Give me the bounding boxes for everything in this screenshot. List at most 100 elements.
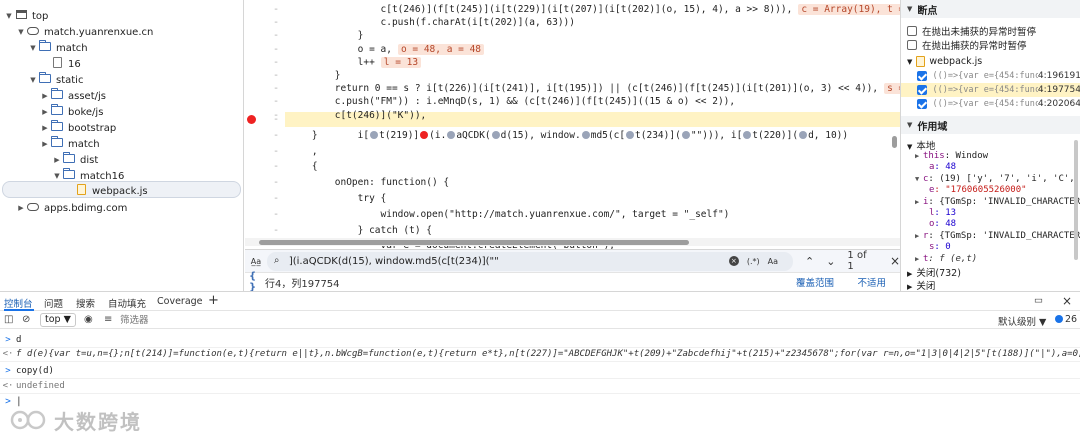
scope-variable-row[interactable]: ▶i: {TGmSp: 'INVALID_CHARACTER_ERR' <box>915 197 1080 207</box>
tree-item[interactable]: ▼ match <box>28 40 88 56</box>
collapsed-arrow-icon[interactable]: ▶ <box>40 124 50 132</box>
expanded-arrow-icon[interactable]: ▼ <box>52 172 62 180</box>
sidebar-vertical-scrollbar[interactable] <box>1074 140 1078 260</box>
console-filter-input[interactable] <box>120 313 320 327</box>
expanded-arrow-icon[interactable]: ▼ <box>4 12 14 20</box>
local-scope-group[interactable]: ▼ 本地 <box>907 138 935 152</box>
scope-variable-row[interactable]: l: 13 <box>921 208 956 218</box>
tab-console[interactable]: 控制台 <box>4 296 33 310</box>
tree-item[interactable]: ▶ dist <box>52 152 98 168</box>
scope-variable-row[interactable]: ▶ t: f (e,t) <box>915 254 977 264</box>
inline-breakpoint-icon[interactable] <box>626 131 635 139</box>
expanded-arrow-icon[interactable]: ▼ <box>28 76 38 84</box>
console-message-text[interactable]: f d(e){var t=u,n={};n[t(214)]=function(e… <box>16 349 1080 359</box>
expand-triangle-icon[interactable]: ▶ <box>915 232 923 240</box>
breakpoint-enabled-checkbox[interactable] <box>917 85 927 95</box>
collapsed-arrow-icon[interactable]: ▶ <box>52 156 62 164</box>
pause-uncaught-option[interactable]: 在抛出未捕获的异常时暂停 <box>907 24 1036 38</box>
inline-breakpoint-icon[interactable] <box>799 131 808 139</box>
line-number[interactable]: - <box>269 207 283 223</box>
add-tab-button[interactable]: + <box>208 293 219 308</box>
inline-breakpoint-icon[interactable] <box>447 131 456 139</box>
closure-scope-group[interactable]: ▶ 关闭(732) <box>907 265 961 279</box>
breakpoint-file-group[interactable]: ▼ webpack.js <box>907 56 982 67</box>
tree-item[interactable]: ▼ match16 <box>52 168 124 184</box>
inline-breakpoint-icon[interactable] <box>681 131 690 139</box>
breakpoint-entry[interactable]: (()=>{var e={454:func...4:197754 <box>901 83 1080 97</box>
inline-breakpoint-icon[interactable] <box>743 131 752 139</box>
next-match-button[interactable]: ⌄ <box>826 255 835 268</box>
expand-triangle-icon[interactable]: ▶ <box>915 152 923 160</box>
line-number[interactable]: - <box>269 159 283 175</box>
scope-variable-row[interactable]: a: 48 <box>921 162 956 172</box>
inline-breakpoint-icon[interactable] <box>370 131 379 139</box>
expand-triangle-icon[interactable]: ▶ <box>915 198 923 206</box>
scope-variable-row[interactable]: o: 48 <box>921 219 956 229</box>
pause-caught-checkbox[interactable] <box>907 40 917 50</box>
breakpoint-enabled-checkbox[interactable] <box>917 99 927 109</box>
sidebar-toggle-icon[interactable]: ◫ <box>4 314 13 325</box>
editor-horizontal-scrollbar[interactable] <box>259 240 689 245</box>
closure-scope-group-2[interactable]: ▶ 关闭 <box>907 278 935 291</box>
expanded-arrow-icon[interactable]: ▼ <box>28 44 38 52</box>
collapsed-arrow-icon[interactable]: ▶ <box>16 204 26 212</box>
live-expression-eye-icon[interactable]: ◉ <box>84 314 93 325</box>
tree-item[interactable]: ▶ boke/js <box>40 104 103 120</box>
tab-coverage[interactable]: Coverage <box>157 296 203 307</box>
breakpoints-section-header[interactable]: ▼ 断点 <box>901 0 1080 18</box>
active-inline-breakpoint-icon[interactable] <box>420 131 429 139</box>
scope-section-header[interactable]: ▼ 作用域 <box>901 116 1080 134</box>
tree-item[interactable]: ▶ bootstrap <box>40 120 116 136</box>
tab-search[interactable]: 搜索 <box>76 296 95 310</box>
find-input[interactable] <box>288 255 729 267</box>
close-drawer-icon[interactable]: × <box>1062 294 1072 308</box>
inline-breakpoint-icon[interactable] <box>581 131 590 139</box>
scope-variable-row[interactable]: ▶r: {TGmSp: 'INVALID_CHARACTER_ERR' <box>915 231 1080 241</box>
dock-drawer-icon[interactable]: ▭ <box>1034 295 1043 306</box>
tree-item[interactable]: ▶ asset/js <box>40 88 106 104</box>
scope-variable-row[interactable]: ▼c: (19) ['y', '7', 'i', 'C', '4', <box>915 174 1080 184</box>
scope-variable-row[interactable]: s: 0 <box>921 242 951 252</box>
collapsed-arrow-icon[interactable]: ▶ <box>40 140 50 148</box>
line-number[interactable]: - <box>269 175 283 191</box>
tree-item[interactable]: ▶ apps.bdimg.com <box>16 200 127 216</box>
close-find-button[interactable]: × <box>890 254 900 268</box>
line-gutter[interactable]: ------------------- <box>245 0 285 249</box>
tree-item[interactable]: ▼ top <box>4 8 48 24</box>
context-select[interactable]: top ▼ <box>40 313 76 327</box>
coverage-link[interactable]: 覆盖范围 <box>796 275 834 289</box>
scope-variable-row[interactable]: ▶ this: Window <box>915 151 988 161</box>
tab-issues[interactable]: 问题 <box>44 296 63 310</box>
expand-triangle-icon[interactable]: ▼ <box>915 175 923 183</box>
tab-autofill[interactable]: 自动填充 <box>108 296 146 310</box>
log-level-select[interactable]: 默认级别 ▼ <box>998 314 1046 328</box>
scope-variable-row[interactable]: e: "1760605526000" <box>921 185 1027 195</box>
expanded-arrow-icon[interactable]: ▼ <box>16 28 26 36</box>
breakpoint-entry[interactable]: (()=>{var e={454:func...4:196191 <box>901 69 1080 83</box>
breakpoint-enabled-checkbox[interactable] <box>917 71 927 81</box>
pause-uncaught-checkbox[interactable] <box>907 26 917 36</box>
console-prompt[interactable]: > | <box>0 396 1080 411</box>
pretty-print-button[interactable]: { } <box>249 271 265 293</box>
expand-triangle-icon[interactable]: ▶ <box>915 255 923 263</box>
clear-console-icon[interactable]: ⊘ <box>22 314 30 325</box>
tree-item[interactable]: 16 <box>40 56 81 72</box>
breakpoint-entry[interactable]: (()=>{var e={454:func...4:202064 <box>901 97 1080 111</box>
tree-item[interactable]: ▶ match <box>40 136 100 152</box>
line-number[interactable]: - <box>269 144 283 160</box>
code-editor[interactable]: ------------------- c[t(246)](f[t(245)](… <box>245 0 900 249</box>
tree-item[interactable]: ▼ match.yuanrenxue.cn <box>16 24 153 40</box>
editor-vertical-scrollbar[interactable] <box>892 136 897 148</box>
tree-item[interactable]: webpack.js <box>64 183 148 199</box>
collapsed-arrow-icon[interactable]: ▶ <box>40 92 50 100</box>
inline-breakpoint-icon[interactable] <box>491 131 500 139</box>
replace-toggle-icon[interactable]: A̲a̲ <box>245 257 267 266</box>
line-number[interactable]: - <box>269 223 283 239</box>
previous-match-button[interactable]: ⌃ <box>805 255 814 268</box>
line-number[interactable]: - <box>269 128 283 144</box>
collapsed-arrow-icon[interactable]: ▶ <box>40 108 50 116</box>
breakpoint-marker[interactable] <box>247 115 256 124</box>
match-case-toggle[interactable]: Aa <box>768 257 778 266</box>
line-number[interactable]: - <box>269 112 283 128</box>
pause-caught-option[interactable]: 在抛出捕获的异常时暂停 <box>907 38 1027 52</box>
